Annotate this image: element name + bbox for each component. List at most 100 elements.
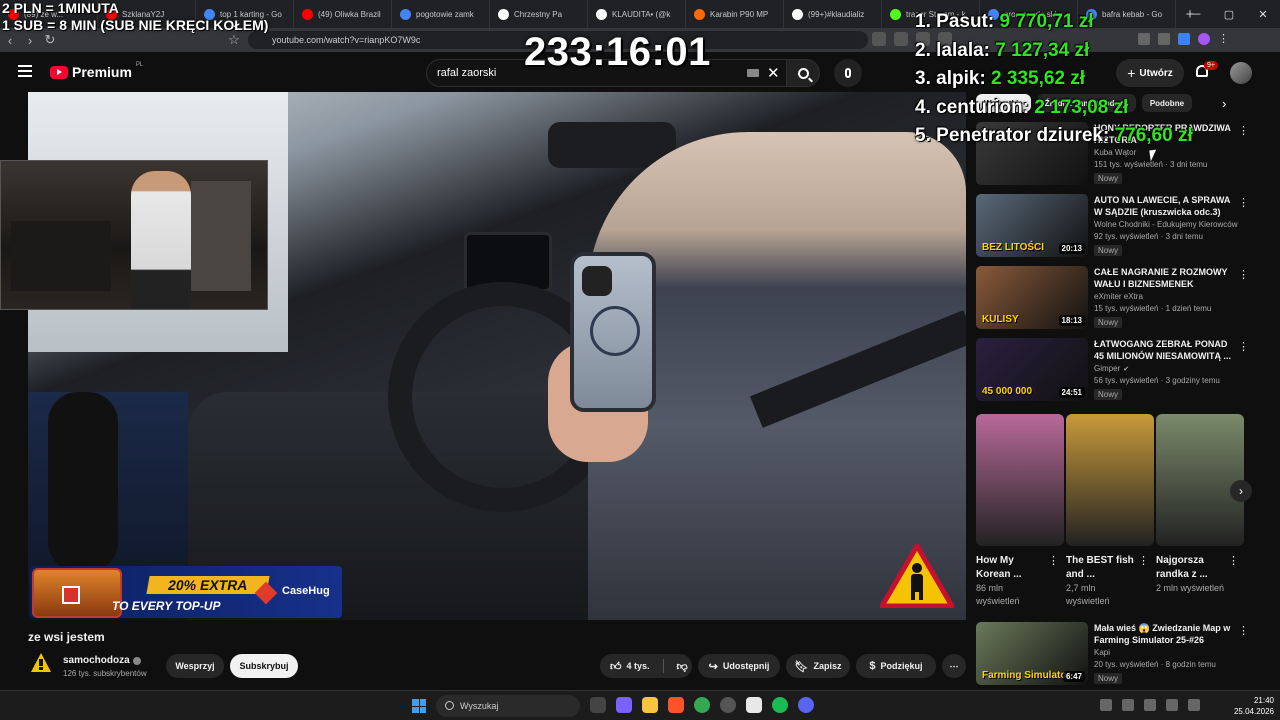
more-options-icon[interactable]: ⋮ bbox=[1238, 268, 1249, 281]
leaderboard-rank: 2. bbox=[915, 39, 931, 61]
channel-name-text: Wolne Chodniki - Edukujemy Kierowców bbox=[1094, 220, 1238, 229]
more-options-icon[interactable]: ⋮ bbox=[1228, 554, 1239, 567]
search-button[interactable] bbox=[786, 59, 820, 87]
shorts-next-icon[interactable]: › bbox=[1230, 480, 1252, 502]
browser-tab[interactable]: KLAUDITA• (@k bbox=[588, 0, 686, 28]
url-text: youtube.com/watch?v=rianpKO7W9c bbox=[272, 35, 421, 45]
browser-tab[interactable]: (99+)#klaudializ bbox=[784, 0, 882, 28]
recommended-video[interactable]: 45 000 000 24:51 ŁATWOGANG ZEBRAŁ PONAD 45… bbox=[976, 338, 1249, 404]
recommended-video[interactable]: KULISY 18:13 CAŁE NAGRANIE Z ROZMOWY WAŁU … bbox=[976, 266, 1249, 332]
maximize-icon[interactable]: ▢ bbox=[1212, 0, 1246, 28]
copilot-icon[interactable] bbox=[616, 697, 632, 713]
dislike-button[interactable]: 👎︎ bbox=[677, 660, 688, 673]
short-card[interactable]: The BEST fish and ... 2,7 mln wyświetleń ⋮ bbox=[1066, 414, 1154, 608]
video-thumbnail[interactable]: 45 000 000 24:51 bbox=[976, 338, 1088, 401]
more-actions-button[interactable]: ⋯ bbox=[942, 654, 966, 678]
thumbnail-text: BEZ LITOŚCI bbox=[982, 242, 1045, 253]
share-button[interactable]: ↪ Udostępnij bbox=[698, 654, 780, 678]
task-view-icon[interactable] bbox=[590, 697, 606, 713]
video-meta: 92 tys. wyświetleń · 3 dni temu bbox=[1094, 232, 1203, 241]
discord-icon[interactable] bbox=[798, 697, 814, 713]
channel-name-row[interactable]: samochodoza bbox=[63, 655, 141, 666]
tab-favicon-icon bbox=[694, 8, 705, 20]
youtube-premium-logo[interactable]: Premium PL bbox=[50, 62, 143, 80]
video-scene-phone bbox=[570, 252, 656, 412]
browser-tab[interactable]: pogotowie zamk bbox=[392, 0, 490, 28]
brave-active-icon[interactable] bbox=[746, 697, 762, 713]
short-thumbnail[interactable] bbox=[1066, 414, 1154, 546]
brave-icon[interactable] bbox=[668, 697, 684, 713]
volume-icon[interactable] bbox=[1144, 699, 1156, 711]
keyboard-icon[interactable] bbox=[747, 69, 759, 77]
more-options-icon[interactable]: ⋮ bbox=[1048, 554, 1059, 567]
spotify-icon[interactable] bbox=[772, 697, 788, 713]
bookmark-icon[interactable]: ☆ bbox=[224, 32, 244, 48]
leaderboard-amount: 2 173,08 zł bbox=[1034, 96, 1129, 118]
more-options-icon[interactable]: ⋮ bbox=[1238, 340, 1249, 353]
thumbnail-text: 45 000 000 bbox=[982, 386, 1033, 397]
like-button[interactable]: 👍︎ 4 tys. bbox=[610, 660, 650, 673]
account-avatar[interactable] bbox=[1230, 62, 1252, 84]
back-icon[interactable]: ‹ bbox=[0, 33, 20, 48]
short-views: 2 mln wyświetleń bbox=[1156, 583, 1225, 593]
chrome-icon[interactable] bbox=[694, 697, 710, 713]
new-badge: Nowy bbox=[1094, 317, 1123, 328]
short-title: Najgorsza randka z ... bbox=[1156, 555, 1208, 580]
more-options-icon[interactable]: ⋮ bbox=[1238, 624, 1249, 637]
taskbar-apps bbox=[590, 697, 814, 713]
more-options-icon[interactable]: ⋮ bbox=[1138, 554, 1149, 567]
tab-label: Chrzestny Pa bbox=[514, 9, 563, 19]
thumbs-up-icon: 👍︎ bbox=[610, 660, 622, 673]
subathon-timer: 233:16:01 bbox=[524, 30, 711, 74]
short-card[interactable]: Najgorsza randka z ... 2 mln wyświetleń ⋮ bbox=[1156, 414, 1244, 595]
obs-icon[interactable] bbox=[720, 697, 736, 713]
streamer-webcam-overlay bbox=[0, 160, 268, 310]
notification-center-icon[interactable] bbox=[1188, 699, 1200, 711]
more-options-icon[interactable]: ⋮ bbox=[1238, 124, 1249, 137]
taskbar-search[interactable]: Wyszukaj bbox=[436, 695, 580, 717]
support-button[interactable]: Wesprzyj bbox=[166, 654, 224, 678]
short-card[interactable]: How My Korean ... 86 mln wyświetleń ⋮ bbox=[976, 414, 1064, 608]
battery-icon[interactable] bbox=[1166, 699, 1178, 711]
chips-next-icon[interactable]: › bbox=[1222, 96, 1226, 111]
recommended-video[interactable]: Farming Simulator 6:47 Mała wieś 😱 Zwiedza… bbox=[976, 622, 1249, 688]
hamburger-menu-icon[interactable] bbox=[18, 65, 32, 77]
channel-name: samochodoza bbox=[63, 655, 130, 666]
windows-start-icon[interactable] bbox=[412, 699, 426, 713]
video-thumbnail[interactable]: BEZ LITOŚCI 20:13 bbox=[976, 194, 1088, 257]
subscribe-button[interactable]: Subskrybuj bbox=[230, 654, 298, 678]
thanks-button[interactable]: $ Podziękuj bbox=[856, 654, 936, 678]
video-thumbnail[interactable]: Farming Simulator 6:47 bbox=[976, 622, 1088, 685]
network-icon[interactable] bbox=[1122, 699, 1134, 711]
leaderboard-amount: 2 335,62 zł bbox=[991, 68, 1086, 89]
tray-chevron-icon[interactable] bbox=[1100, 699, 1112, 711]
taskbar-clock[interactable]: 21:40 25.04.2026 bbox=[1228, 695, 1274, 717]
save-button[interactable]: 🔖︎ Zapisz bbox=[786, 654, 850, 678]
video-title: ze wsi jestem bbox=[28, 630, 105, 644]
file-explorer-icon[interactable] bbox=[642, 697, 658, 713]
recommended-video[interactable]: BEZ LITOŚCI 20:13 AUTO NA LAWECIE, A SPRAW… bbox=[976, 194, 1249, 260]
forward-icon[interactable]: › bbox=[20, 33, 40, 48]
notification-count-badge: 9+ bbox=[1204, 61, 1218, 70]
subscriber-count: 126 tys. subskrybentów bbox=[63, 669, 147, 678]
zoom-icon[interactable] bbox=[894, 32, 908, 46]
menu-dots-icon[interactable]: ⋮ bbox=[1218, 33, 1230, 45]
browser-tab[interactable]: Karabin P90 MP bbox=[686, 0, 784, 28]
voice-search-button[interactable] bbox=[834, 59, 862, 87]
short-thumbnail[interactable] bbox=[976, 414, 1064, 546]
video-meta: 15 tys. wyświetleń · 1 dzień temu bbox=[1094, 304, 1212, 313]
more-options-icon[interactable]: ⋮ bbox=[1238, 196, 1249, 209]
clear-search-icon[interactable]: ✕ bbox=[767, 64, 780, 82]
reload-icon[interactable]: ↻ bbox=[40, 32, 60, 48]
browser-tab[interactable]: (49) Oliwka Brazil bbox=[294, 0, 392, 28]
cast-icon[interactable] bbox=[872, 32, 886, 46]
channel-avatar[interactable] bbox=[30, 652, 52, 674]
like-count: 4 tys. bbox=[626, 661, 650, 671]
profile-icon[interactable] bbox=[1198, 33, 1210, 45]
clock-date: 25.04.2026 bbox=[1233, 707, 1274, 716]
close-icon[interactable]: ✕ bbox=[1246, 0, 1280, 28]
donation-rate-overlay: 2 PLN = 1MINUTA 1 SUB = 8 MIN (SUB NIE K… bbox=[2, 0, 268, 34]
browser-tab[interactable]: Chrzestny Pa bbox=[490, 0, 588, 28]
video-thumbnail[interactable]: KULISY 18:13 bbox=[976, 266, 1088, 329]
short-thumbnail[interactable] bbox=[1156, 414, 1244, 546]
